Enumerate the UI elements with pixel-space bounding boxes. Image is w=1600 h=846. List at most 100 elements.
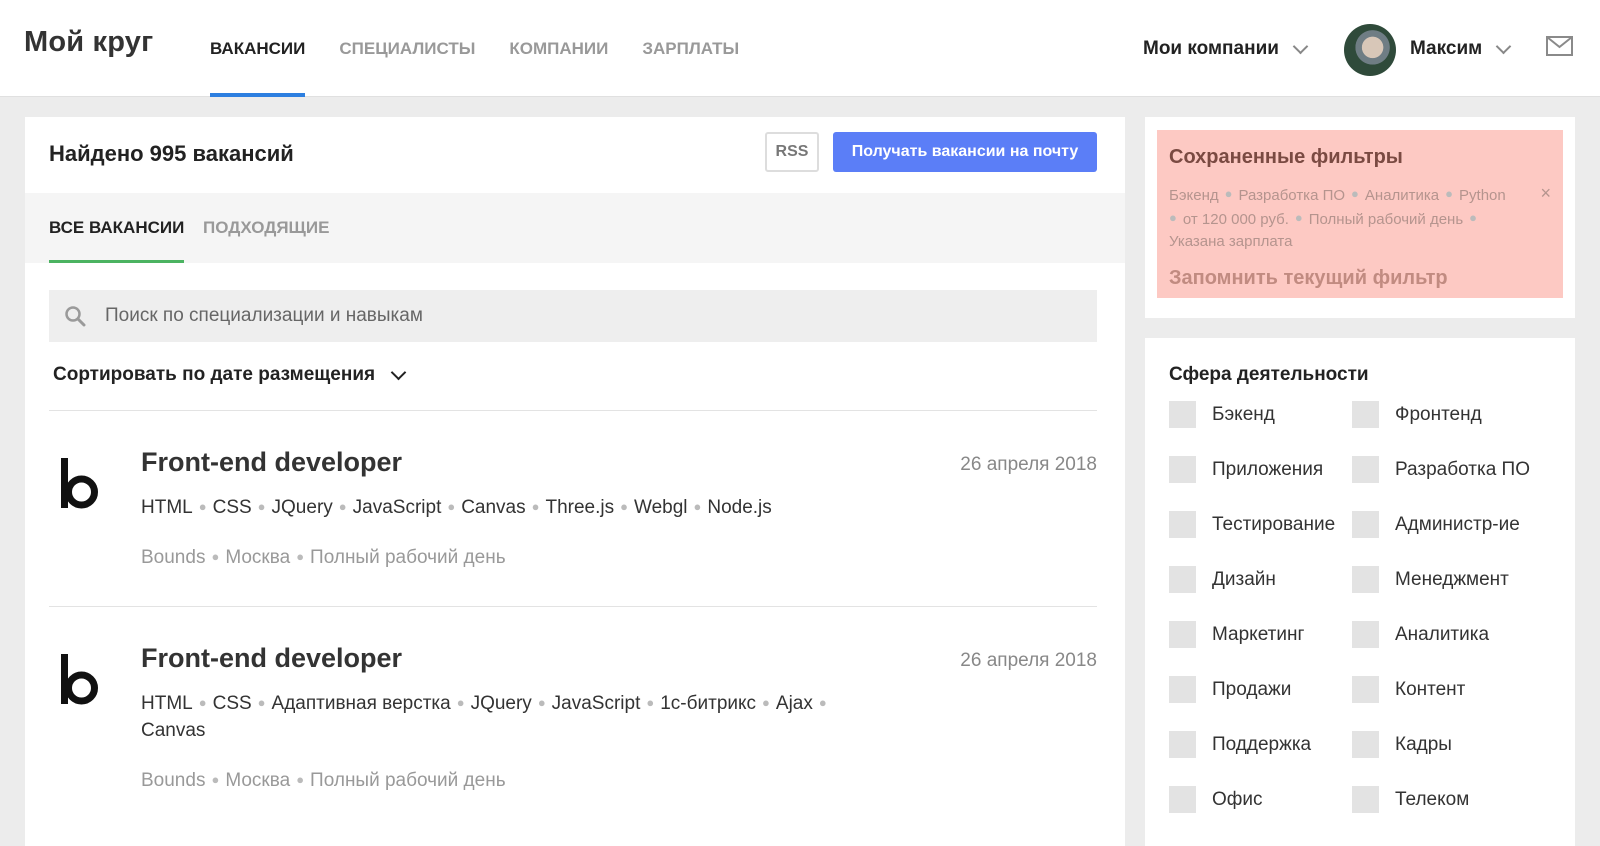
skill[interactable]: JQuery: [471, 693, 532, 714]
skill[interactable]: JQuery: [272, 497, 333, 518]
checkbox-telecom[interactable]: Телеком: [1352, 786, 1469, 813]
nav-specialists[interactable]: СПЕЦИАЛИСТЫ: [339, 0, 475, 97]
job-title[interactable]: Front-end developer: [141, 447, 402, 478]
skill[interactable]: JavaScript: [353, 497, 442, 518]
tabs-bar: ВСЕ ВАКАНСИИ ПОДХОДЯЩИЕ: [25, 193, 1125, 263]
company-name[interactable]: Bounds: [141, 770, 205, 791]
sort-dropdown[interactable]: Сортировать по дате размещения: [53, 364, 407, 386]
checkbox-label: Разработка ПО: [1395, 458, 1530, 480]
user-menu[interactable]: Максим: [1410, 38, 1512, 60]
skill[interactable]: Адаптивная верстка: [272, 693, 451, 714]
nav-vacancies[interactable]: ВАКАНСИИ: [210, 0, 306, 97]
search-input[interactable]: Поиск по специализации и навыкам: [49, 290, 1097, 342]
skill[interactable]: Ajax: [776, 693, 813, 714]
checkbox-frontend[interactable]: Фронтенд: [1352, 401, 1482, 428]
filter-tag: Бэкенд: [1169, 187, 1219, 204]
checkbox-box[interactable]: [1352, 731, 1379, 758]
job-skills: HTML ● CSS ● JQuery ● JavaScript ● Canvas ● Three.…: [141, 497, 772, 518]
checkbox-label: Аналитика: [1395, 623, 1490, 645]
mail-icon[interactable]: [1546, 36, 1573, 56]
checkbox-box[interactable]: [1169, 566, 1196, 593]
saved-filters-box: Сохраненные фильтры Бэкенд ● Разработка ПО…: [1157, 130, 1563, 298]
checkbox-box[interactable]: [1352, 456, 1379, 483]
skill[interactable]: CSS: [213, 497, 252, 518]
checkbox-apps[interactable]: Приложения: [1169, 456, 1323, 483]
checkbox-box[interactable]: [1352, 566, 1379, 593]
checkbox-box[interactable]: [1352, 401, 1379, 428]
checkbox-box[interactable]: [1169, 731, 1196, 758]
vacancies-panel: Найдено 995 вакансий RSS Получать ваканс…: [25, 117, 1125, 846]
checkbox-label: Телеком: [1395, 788, 1470, 810]
checkbox-label: Фронтенд: [1395, 403, 1482, 425]
nav-salaries[interactable]: ЗАРПЛАТЫ: [642, 0, 739, 97]
sort-label: Сортировать по дате размещения: [53, 364, 376, 385]
main-nav: ВАКАНСИИ СПЕЦИАЛИСТЫ КОМПАНИИ ЗАРПЛАТЫ: [210, 0, 773, 97]
checkbox-box[interactable]: [1169, 456, 1196, 483]
checkbox-box[interactable]: [1169, 401, 1196, 428]
my-companies-dropdown[interactable]: Мои компании: [1143, 38, 1309, 60]
checkbox-office[interactable]: Офис: [1169, 786, 1263, 813]
checkbox-box[interactable]: [1352, 676, 1379, 703]
checkbox-analytics[interactable]: Аналитика: [1352, 621, 1489, 648]
checkbox-hr[interactable]: Кадры: [1352, 731, 1452, 758]
checkbox-support[interactable]: Поддержка: [1169, 731, 1311, 758]
close-icon[interactable]: ×: [1540, 183, 1551, 204]
skill[interactable]: JavaScript: [552, 693, 641, 714]
rss-button[interactable]: RSS: [765, 132, 819, 172]
checkbox-marketing[interactable]: Маркетинг: [1169, 621, 1304, 648]
checkbox-admin[interactable]: Администр-ие: [1352, 511, 1520, 538]
skill[interactable]: Canvas: [141, 720, 205, 741]
company-name[interactable]: Bounds: [141, 547, 205, 568]
checkbox-backend[interactable]: Бэкенд: [1169, 401, 1275, 428]
job-listing[interactable]: Front-end developer 26 апреля 2018 HTML ●…: [49, 411, 1097, 605]
my-companies-label: Мои компании: [1143, 38, 1279, 59]
skill[interactable]: CSS: [213, 693, 252, 714]
checkbox-content[interactable]: Контент: [1352, 676, 1465, 703]
top-header: Мой круг ВАКАНСИИ СПЕЦИАЛИСТЫ КОМПАНИИ З…: [0, 0, 1600, 97]
remember-filter-link[interactable]: Запомнить текущий фильтр: [1169, 267, 1551, 290]
job-location: Москва: [225, 770, 291, 791]
checkbox-label: Менеджмент: [1395, 568, 1509, 590]
checkbox-management[interactable]: Менеджмент: [1352, 566, 1509, 593]
checkbox-design[interactable]: Дизайн: [1169, 566, 1276, 593]
avatar[interactable]: [1344, 24, 1396, 76]
filter-tag: Аналитика: [1364, 187, 1440, 204]
skill[interactable]: HTML: [141, 497, 193, 518]
skill[interactable]: Node.js: [707, 497, 771, 518]
job-title[interactable]: Front-end developer: [141, 643, 402, 674]
checkbox-box[interactable]: [1352, 511, 1379, 538]
sphere-filter-card: Сфера деятельности Бэкенд Фронтенд Прило…: [1145, 338, 1575, 846]
nav-companies[interactable]: КОМПАНИИ: [509, 0, 608, 97]
job-schedule: Полный рабочий день: [310, 547, 506, 568]
tab-all-vacancies[interactable]: ВСЕ ВАКАНСИИ: [49, 193, 185, 263]
checkbox-box[interactable]: [1169, 621, 1196, 648]
found-count: Найдено 995 вакансий: [49, 141, 294, 166]
skill[interactable]: 1с-битрикс: [660, 693, 756, 714]
checkbox-box[interactable]: [1169, 786, 1196, 813]
checkbox-software-dev[interactable]: Разработка ПО: [1352, 456, 1530, 483]
job-meta: Bounds ● Москва ● Полный рабочий день: [141, 770, 506, 791]
saved-filters-title: Сохраненные фильтры: [1169, 146, 1403, 168]
job-location: Москва: [225, 547, 291, 568]
checkbox-box[interactable]: [1352, 621, 1379, 648]
skill[interactable]: Webgl: [634, 497, 688, 518]
chevron-down-icon: [1495, 38, 1512, 54]
filter-tag: Полный рабочий день: [1308, 211, 1464, 228]
site-logo[interactable]: Мой круг: [24, 26, 153, 59]
job-listing[interactable]: Front-end developer 26 апреля 2018 HTML ●…: [49, 607, 1097, 846]
saved-filter-summary[interactable]: Бэкенд ● Разработка ПО ● Аналитика ● Python ● от…: [1169, 183, 1525, 253]
checkbox-sales[interactable]: Продажи: [1169, 676, 1291, 703]
checkbox-box[interactable]: [1352, 786, 1379, 813]
checkbox-box[interactable]: [1169, 511, 1196, 538]
skill[interactable]: HTML: [141, 693, 193, 714]
skill[interactable]: Three.js: [545, 497, 614, 518]
checkbox-testing[interactable]: Тестирование: [1169, 511, 1335, 538]
skill[interactable]: Canvas: [461, 497, 525, 518]
search-placeholder: Поиск по специализации и навыкам: [105, 305, 423, 326]
checkbox-label: Маркетинг: [1212, 623, 1305, 645]
checkbox-box[interactable]: [1169, 676, 1196, 703]
sphere-title: Сфера деятельности: [1169, 364, 1369, 385]
subscribe-email-button[interactable]: Получать вакансии на почту: [833, 132, 1097, 172]
company-logo: [61, 654, 98, 705]
tab-matching[interactable]: ПОДХОДЯЩИЕ: [203, 193, 329, 263]
